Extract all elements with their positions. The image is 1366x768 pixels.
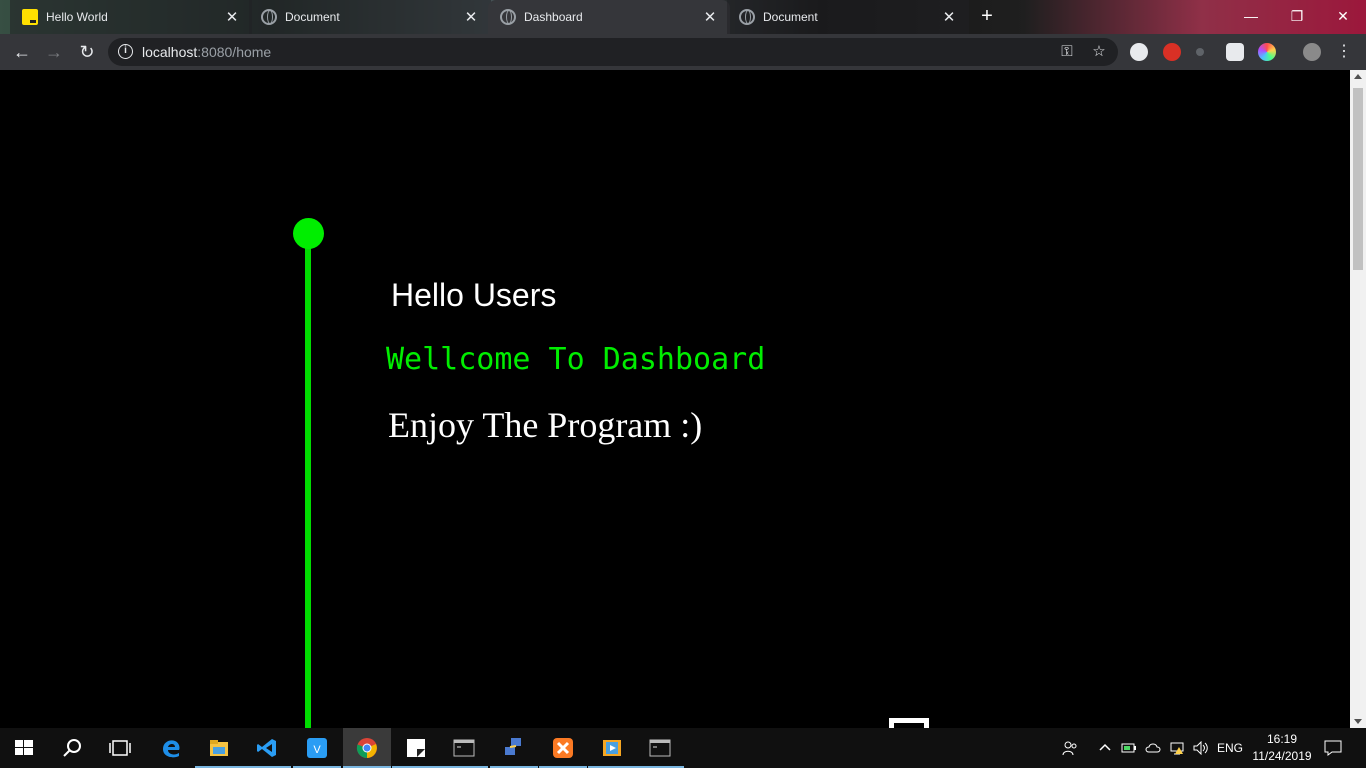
tab-title: Dashboard — [524, 10, 583, 24]
network-computer-icon — [505, 738, 521, 755]
timeline-dot — [293, 218, 324, 249]
windows-taskbar: V ENG 16:19 11/24/2019 — [0, 728, 1366, 768]
back-button[interactable]: ← — [10, 40, 34, 64]
windows-logo-icon — [15, 740, 33, 755]
people-icon — [1062, 741, 1077, 756]
xampp-icon — [553, 738, 573, 758]
network-warning-icon — [1170, 742, 1184, 755]
url-text[interactable]: localhost:8080/home — [142, 44, 271, 60]
password-key-icon[interactable]: ⚿ — [1058, 43, 1076, 61]
site-info-icon[interactable]: i — [118, 44, 133, 59]
scrollbar-thumb[interactable] — [1353, 88, 1363, 270]
extension-block-icon[interactable] — [1163, 43, 1181, 61]
extension-eye-icon[interactable] — [1130, 43, 1148, 61]
bookmark-star-icon[interactable]: ☆ — [1090, 43, 1108, 61]
tab-title: Hello World — [46, 10, 108, 24]
tab-document-2[interactable]: Document ✕ — [727, 0, 969, 34]
people-button[interactable] — [1058, 728, 1082, 768]
close-tab-icon[interactable]: ✕ — [702, 8, 718, 26]
box-element — [889, 718, 929, 728]
clock-date: 11/24/2019 — [1252, 749, 1312, 763]
taskbar-chrome[interactable] — [343, 728, 391, 768]
extension-dot-icon[interactable] — [1196, 48, 1204, 56]
taskbar-network[interactable] — [490, 728, 538, 768]
taskbar-media-player[interactable] — [588, 728, 636, 768]
tagline-text: Enjoy The Program :) — [388, 405, 703, 445]
chrome-menu-icon[interactable]: ⋮ — [1332, 40, 1356, 64]
language-indicator[interactable]: ENG — [1214, 728, 1246, 768]
cloud-tray[interactable] — [1142, 728, 1164, 768]
tab-title: Document — [285, 10, 340, 24]
notification-icon — [1324, 740, 1342, 756]
show-hidden-icons-button[interactable] — [1096, 728, 1114, 768]
forward-button[interactable]: → — [42, 40, 66, 64]
taskbar-vscode-insiders[interactable]: V — [293, 728, 341, 768]
close-window-button[interactable]: ✕ — [1320, 0, 1366, 34]
welcome-text: Wellcome To Dashboard — [386, 342, 766, 377]
edge-icon — [163, 740, 180, 758]
vscode-icon — [257, 739, 276, 757]
chevron-up-icon — [1099, 743, 1111, 751]
media-player-icon — [603, 740, 621, 756]
profile-avatar[interactable] — [1303, 43, 1321, 61]
browser-toolbar: ← → ↻ i localhost:8080/home ⚿ ☆ ⋮ — [0, 34, 1366, 70]
restore-button[interactable]: ❐ — [1274, 0, 1320, 34]
tab-strip: Hello World ✕ Document ✕ Dashboard ✕ Doc… — [0, 0, 1366, 34]
close-tab-icon[interactable]: ✕ — [224, 8, 240, 26]
search-icon — [63, 739, 81, 757]
extension-s-icon[interactable] — [1226, 43, 1244, 61]
page-content: Hello Users Wellcome To Dashboard Enjoy … — [0, 70, 1350, 728]
taskbar-terminal[interactable] — [440, 728, 488, 768]
close-tab-icon[interactable]: ✕ — [941, 8, 957, 26]
minimize-button[interactable]: — — [1228, 0, 1274, 34]
extension-color-icon[interactable] — [1258, 43, 1276, 61]
greeting-heading: Hello Users — [391, 277, 557, 313]
tab-document-1[interactable]: Document ✕ — [249, 0, 491, 34]
globe-icon — [500, 9, 516, 25]
taskbar-file-explorer[interactable] — [195, 728, 243, 768]
terminal-icon — [453, 739, 475, 757]
scroll-up-icon[interactable] — [1354, 74, 1362, 79]
tab-dashboard[interactable]: Dashboard ✕ — [488, 0, 730, 34]
action-center-button[interactable] — [1320, 728, 1346, 768]
app-favicon-icon — [22, 9, 38, 25]
task-view-icon — [109, 740, 131, 756]
battery-icon — [1121, 743, 1136, 753]
cloud-icon — [1145, 743, 1161, 753]
tab-title: Document — [763, 10, 818, 24]
task-view-button[interactable] — [96, 728, 144, 768]
taskbar-sticky-notes[interactable] — [392, 728, 440, 768]
globe-icon — [739, 9, 755, 25]
timeline-line — [305, 232, 311, 728]
url-path: :8080/home — [197, 44, 272, 60]
start-button[interactable] — [0, 728, 48, 768]
terminal-icon — [649, 739, 671, 757]
address-bar[interactable]: i localhost:8080/home ⚿ ☆ — [108, 38, 1118, 66]
reload-button[interactable]: ↻ — [75, 40, 99, 64]
folder-icon — [210, 740, 228, 756]
volume-tray[interactable] — [1190, 728, 1212, 768]
battery-tray[interactable] — [1118, 728, 1140, 768]
globe-icon — [261, 9, 277, 25]
speaker-icon — [1193, 741, 1208, 755]
taskbar-xampp[interactable] — [539, 728, 587, 768]
taskbar-edge[interactable] — [147, 728, 195, 768]
close-tab-icon[interactable]: ✕ — [463, 8, 479, 26]
taskbar-terminal-2[interactable] — [636, 728, 684, 768]
search-button[interactable] — [48, 728, 96, 768]
page-scrollbar[interactable] — [1350, 70, 1366, 728]
new-tab-button[interactable]: + — [977, 6, 997, 26]
svg-text:V: V — [313, 744, 321, 756]
chrome-icon — [356, 738, 377, 759]
tab-hello-world[interactable]: Hello World ✕ — [10, 0, 252, 34]
clock-time: 16:19 — [1266, 732, 1298, 746]
scroll-down-icon[interactable] — [1354, 719, 1362, 724]
clock[interactable]: 16:19 11/24/2019 — [1248, 731, 1316, 765]
vscode-insiders-icon: V — [307, 738, 327, 758]
taskbar-vscode[interactable] — [243, 728, 291, 768]
url-host: localhost — [142, 44, 198, 60]
network-tray[interactable] — [1166, 728, 1188, 768]
sticky-note-icon — [407, 739, 425, 757]
